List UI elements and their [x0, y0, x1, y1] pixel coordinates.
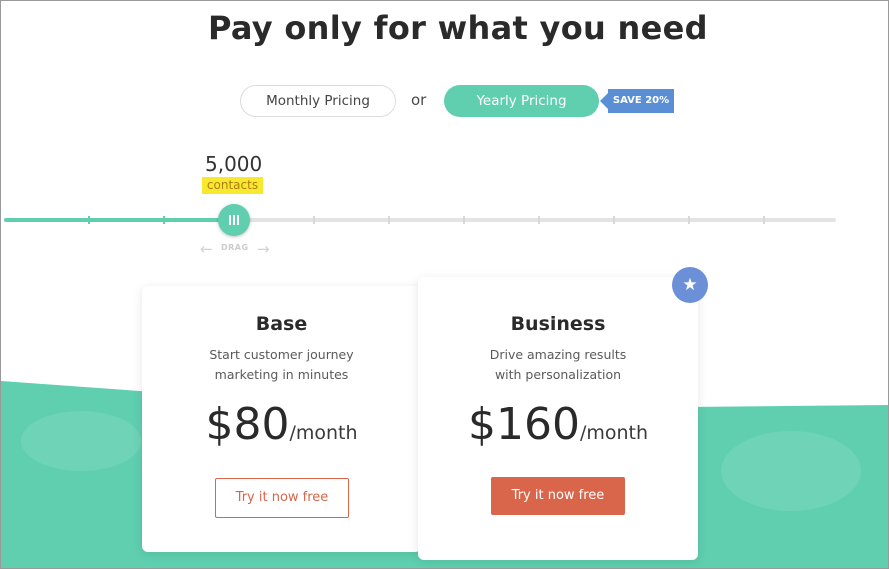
base-try-free-button[interactable]: Try it now free	[215, 478, 349, 518]
grip-line	[229, 215, 231, 225]
grip-line	[233, 215, 235, 225]
price-amount: $160	[467, 399, 580, 450]
plan-price: $80/month	[142, 399, 421, 450]
page-title: Pay only for what you need	[208, 9, 708, 47]
monthly-pricing-toggle[interactable]: Monthly Pricing	[240, 85, 396, 117]
drag-hint: ← DRAG →	[200, 240, 274, 258]
plan-description-line: Start customer journey	[209, 347, 354, 362]
arrow-right-icon: →	[257, 240, 270, 258]
slider-tick	[163, 216, 165, 224]
price-period: /month	[579, 422, 649, 444]
star-icon: ★	[672, 267, 708, 303]
plan-name: Business	[510, 313, 606, 335]
contacts-count: 5,000	[205, 152, 263, 176]
pricing-page: Pay only for what you need Monthly Prici…	[0, 0, 889, 569]
drag-hint-label: DRAG	[221, 243, 249, 252]
slider-tick	[313, 216, 315, 224]
arrow-left-icon: ←	[200, 240, 213, 258]
contacts-slider-fill	[4, 218, 234, 222]
contacts-unit-label: contacts	[202, 177, 263, 194]
save-badge: SAVE 20%	[600, 89, 674, 113]
business-try-free-button[interactable]: Try it now free	[491, 477, 625, 515]
price-amount: $80	[205, 399, 290, 450]
toggle-separator: or	[411, 91, 427, 109]
slider-tick	[613, 216, 615, 224]
grip-line	[237, 215, 239, 225]
slider-tick	[538, 216, 540, 224]
plan-description: Start customer journey marketing in minu…	[142, 345, 421, 385]
slider-tick	[88, 216, 90, 224]
price-period: /month	[289, 422, 358, 444]
slider-tick	[688, 216, 690, 224]
plan-card-business: Business Drive amazing results with pers…	[418, 277, 698, 560]
slider-tick	[463, 216, 465, 224]
plan-description-line: marketing in minutes	[214, 367, 349, 382]
plan-card-base: Base Start customer journey marketing in…	[142, 286, 421, 552]
slider-tick	[388, 216, 390, 224]
plan-description-line: with personalization	[494, 367, 622, 382]
plan-description-line: Drive amazing results	[489, 347, 627, 362]
slider-tick	[763, 216, 765, 224]
yearly-pricing-toggle[interactable]: Yearly Pricing	[444, 85, 599, 117]
plan-price: $160/month	[418, 399, 698, 450]
contacts-slider-handle[interactable]	[218, 204, 250, 236]
plan-description: Drive amazing results with personalizati…	[418, 345, 698, 385]
plan-name: Base	[255, 313, 308, 335]
